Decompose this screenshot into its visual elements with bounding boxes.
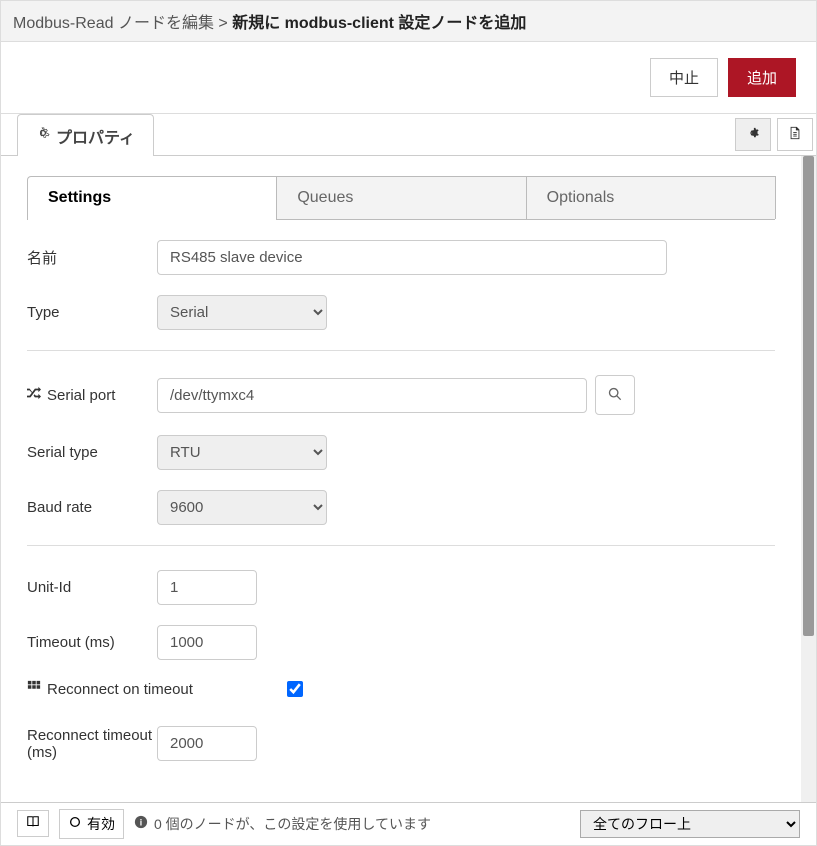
grid-icon — [27, 680, 41, 698]
name-label: 名前 — [27, 247, 157, 268]
svg-text:i: i — [140, 818, 142, 828]
scope-select[interactable]: 全てのフロー上 — [580, 810, 800, 838]
serial-port-input[interactable] — [157, 378, 587, 413]
tab-properties-label: プロパティ — [56, 124, 135, 148]
unit-id-label: Unit-Id — [27, 579, 157, 596]
tab-settings[interactable]: Settings — [27, 176, 277, 220]
enable-toggle-button[interactable]: 有効 — [59, 809, 124, 839]
timeout-input[interactable] — [157, 625, 257, 660]
scrollbar-track[interactable] — [801, 156, 816, 802]
inner-tabs: Settings Queues Optionals — [27, 176, 775, 220]
serial-port-label: Serial port — [27, 386, 157, 404]
search-icon — [608, 387, 622, 404]
serial-type-label: Serial type — [27, 444, 157, 461]
serial-port-search-button[interactable] — [595, 375, 635, 415]
tab-queues[interactable]: Queues — [276, 176, 526, 219]
book-button[interactable] — [17, 810, 49, 837]
gear-icon — [36, 126, 50, 145]
serial-type-select[interactable]: RTU — [157, 435, 327, 470]
settings-icon-button[interactable] — [735, 118, 771, 151]
cancel-button[interactable]: 中止 — [650, 58, 718, 97]
baud-rate-select[interactable]: 9600 — [157, 490, 327, 525]
name-input[interactable] — [157, 240, 667, 275]
usage-info: i 0 個のノードが、この設定を使用しています — [134, 814, 570, 834]
action-toolbar: 中止 追加 — [1, 42, 816, 114]
type-label: Type — [27, 304, 157, 321]
breadcrumb-prefix: Modbus-Read ノードを編集 > — [13, 15, 232, 32]
scrollbar-thumb[interactable] — [803, 156, 814, 636]
main-tab-header: プロパティ — [1, 114, 816, 156]
info-icon: i — [134, 815, 148, 832]
doc-icon-button[interactable] — [777, 118, 813, 151]
add-button[interactable]: 追加 — [728, 58, 796, 97]
config-panel: Settings Queues Optionals 名前 Type Serial… — [1, 156, 801, 802]
reconnect-timeout-input[interactable] — [157, 726, 257, 761]
gear-icon — [746, 126, 760, 143]
timeout-label: Timeout (ms) — [27, 634, 157, 651]
type-select[interactable]: Serial — [157, 295, 327, 330]
tab-properties[interactable]: プロパティ — [17, 114, 154, 156]
footer: 有効 i 0 個のノードが、この設定を使用しています 全てのフロー上 — [1, 802, 816, 844]
document-icon — [788, 126, 802, 143]
book-icon — [26, 815, 40, 832]
circle-icon — [68, 815, 82, 832]
breadcrumb: Modbus-Read ノードを編集 > 新規に modbus-client 設… — [1, 1, 816, 42]
baud-rate-label: Baud rate — [27, 499, 157, 516]
enable-label: 有効 — [87, 814, 115, 834]
divider — [27, 545, 775, 546]
divider — [27, 350, 775, 351]
breadcrumb-current: 新規に modbus-client 設定ノードを追加 — [232, 15, 526, 32]
reconnect-timeout-label: Reconnect timeout (ms) — [27, 727, 157, 761]
unit-id-input[interactable] — [157, 570, 257, 605]
tab-optionals[interactable]: Optionals — [526, 176, 776, 219]
reconnect-on-timeout-label: Reconnect on timeout — [27, 680, 287, 698]
shuffle-icon — [27, 386, 41, 404]
reconnect-on-timeout-checkbox[interactable] — [287, 681, 303, 697]
